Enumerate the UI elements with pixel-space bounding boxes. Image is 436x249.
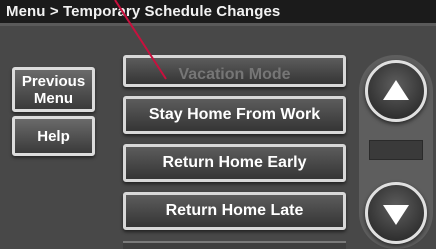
callout-pointer	[114, 0, 167, 80]
callout-pointer-line	[114, 0, 167, 80]
